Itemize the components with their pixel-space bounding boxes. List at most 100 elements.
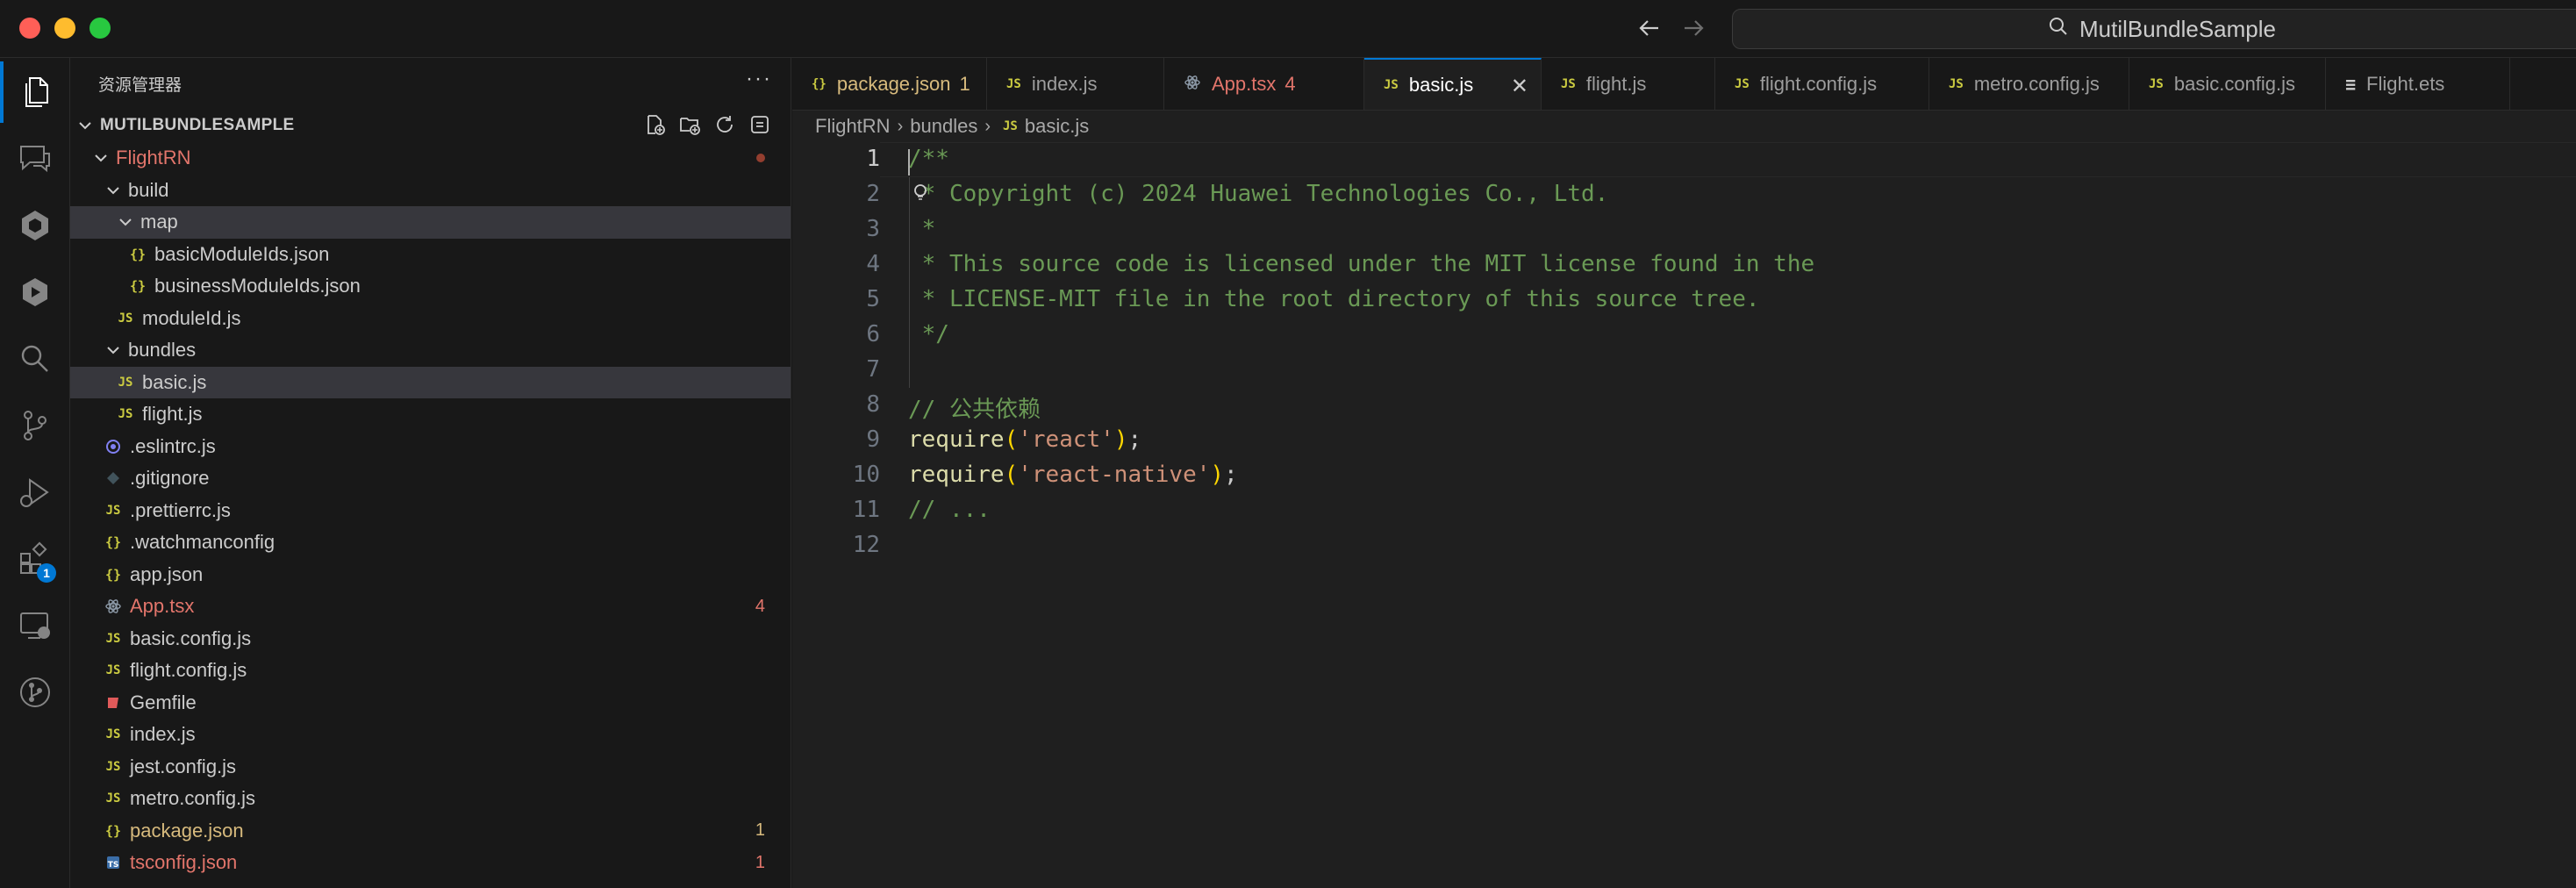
js-file-icon: JS [2149, 77, 2164, 91]
tree-file[interactable]: {} package.json 1 [70, 815, 791, 848]
code-line[interactable]: require('react-native'); [908, 462, 1238, 488]
new-folder-icon[interactable] [677, 112, 702, 137]
codegenie-icon[interactable] [0, 195, 70, 256]
code-line[interactable]: require('react'); [908, 426, 1141, 453]
editor-tab[interactable]: App.tsx 4 [1164, 58, 1364, 110]
tree-file[interactable]: JS jest.config.js [70, 751, 791, 784]
close-tab-icon[interactable]: ✕ [1511, 74, 1528, 99]
close-window-button[interactable] [19, 18, 40, 39]
editor-tab[interactable]: JS flight.config.js [1715, 58, 1929, 110]
tree-file[interactable]: JS flight.config.js [70, 655, 791, 687]
explorer-sidebar: 资源管理器 ··· MUTILBUNDLESAMPLE FlightRN buil… [70, 58, 791, 888]
tree-file[interactable]: JS basic.js [70, 366, 791, 398]
indent-guide [909, 177, 910, 388]
js-file-icon: JS [118, 311, 133, 326]
extensions-badge: 1 [37, 563, 56, 583]
tree-item-label: bundles [128, 339, 197, 362]
new-file-icon[interactable] [642, 112, 667, 137]
tab-problem-badge: 1 [959, 73, 970, 95]
tab-label: basic.js [1408, 74, 1474, 96]
extension-pack-icon[interactable] [0, 261, 70, 323]
chevron-right-icon: › [984, 116, 991, 136]
code-editor[interactable]: 1 2 3 4 5 6 7 8 9 10 11 12 /** * Copyright (c) 2024… [792, 142, 2576, 888]
js-file-icon: JS [105, 503, 121, 518]
tree-item-label: build [128, 178, 169, 201]
tree-file[interactable]: {} businessModuleIds.json [70, 270, 791, 303]
tree-file[interactable]: TS tsconfig.json 1 [70, 847, 791, 879]
problem-count-badge: 1 [755, 820, 765, 841]
tree-item-label: .watchmanconfig [130, 531, 275, 554]
js-file-icon: JS [105, 759, 121, 774]
tree-item-label: flight.js [142, 403, 203, 426]
code-line[interactable]: * [908, 216, 936, 242]
workspace-section-header[interactable]: MUTILBUNDLESAMPLE [70, 111, 791, 140]
tree-file[interactable]: JS flight.js [70, 398, 791, 431]
maximize-window-button[interactable] [89, 18, 111, 39]
tree-folder[interactable]: bundles [70, 334, 791, 367]
tree-file[interactable]: Gemfile [70, 687, 791, 720]
search-icon[interactable] [0, 328, 70, 390]
editor-tab[interactable]: {} package.json 1 [792, 58, 987, 110]
js-file-icon: JS [1006, 77, 1021, 91]
line-number: 6 [866, 321, 880, 347]
tree-folder[interactable]: map [70, 206, 791, 239]
source-control-icon[interactable] [0, 395, 70, 456]
tree-item-label: map [140, 211, 178, 233]
git-graph-icon[interactable] [0, 662, 70, 723]
more-actions-icon[interactable]: ··· [746, 67, 772, 91]
tree-item-label: app.json [130, 562, 204, 585]
tab-label: package.json [836, 73, 951, 95]
tree-file[interactable]: JS .prettierrc.js [70, 495, 791, 527]
explorer-icon[interactable] [0, 61, 70, 123]
tree-file[interactable]: {} app.json [70, 559, 791, 591]
back-arrow-icon[interactable] [1634, 12, 1665, 44]
breadcrumb: FlightRN › bundles › JS basic.js [792, 111, 2576, 142]
breadcrumb-item[interactable]: FlightRN [815, 115, 891, 138]
js-file-icon: JS [1949, 77, 1964, 91]
collapse-all-icon[interactable] [748, 112, 772, 137]
tree-file[interactable]: JS metro.config.js [70, 783, 791, 815]
tree-file[interactable]: JS index.js [70, 719, 791, 751]
editor-tab[interactable]: JS index.js [987, 58, 1164, 110]
code-line[interactable]: * This source code is licensed under the… [908, 251, 1814, 277]
editor-tab[interactable]: JS metro.config.js [1929, 58, 2129, 110]
tree-item-label: App.tsx [130, 595, 195, 618]
tab-label: metro.config.js [1973, 73, 2100, 95]
editor-tab[interactable]: JS basic.config.js [2129, 58, 2326, 110]
chat-icon[interactable] [0, 128, 70, 190]
code-line[interactable]: * Copyright (c) 2024 Huawei Technologies… [908, 181, 1609, 207]
code-line[interactable]: * LICENSE-MIT file in the root directory… [908, 286, 1760, 312]
line-number: 1 [866, 146, 880, 172]
tree-file[interactable]: JS moduleId.js [70, 303, 791, 335]
tree-folder[interactable]: FlightRN [70, 142, 791, 175]
run-debug-icon[interactable] [0, 462, 70, 523]
command-center-search[interactable]: MutilBundleSample [1732, 9, 2576, 49]
tree-file[interactable]: {} basicModuleIds.json [70, 239, 791, 271]
line-number: 9 [866, 426, 880, 453]
code-line[interactable]: */ [908, 321, 949, 347]
code-line[interactable]: // ... [908, 497, 991, 523]
forward-arrow-icon[interactable] [1678, 12, 1709, 44]
remote-explorer-icon[interactable] [0, 595, 70, 656]
editor-tab[interactable]: JS flight.js [1542, 58, 1715, 110]
tree-file[interactable]: .eslintrc.js [70, 431, 791, 463]
minimize-window-button[interactable] [54, 18, 75, 39]
title-bar: MutilBundleSample [0, 0, 2576, 58]
tree-file[interactable]: JS basic.config.js [70, 623, 791, 655]
tree-file[interactable]: App.tsx 4 [70, 591, 791, 623]
lightbulb-icon[interactable] [912, 183, 929, 208]
code-line[interactable]: // 公共依赖 [908, 391, 1041, 424]
tree-file[interactable]: .gitignore [70, 462, 791, 495]
extensions-icon[interactable]: 1 [0, 528, 70, 590]
tree-folder[interactable]: build [70, 175, 791, 207]
refresh-icon[interactable] [712, 112, 737, 137]
json-file-icon: {} [129, 278, 147, 295]
breadcrumb-item[interactable]: basic.js [1025, 115, 1089, 138]
editor-tab[interactable]: ≡ Flight.ets [2326, 58, 2510, 110]
breadcrumb-item[interactable]: bundles [910, 115, 977, 138]
line-number: 3 [866, 216, 880, 242]
chevron-down-icon [91, 148, 111, 168]
editor-tab[interactable]: JS basic.js ✕ [1364, 58, 1542, 110]
code-line[interactable]: /** [908, 146, 949, 172]
tree-file[interactable]: {} .watchmanconfig [70, 526, 791, 559]
